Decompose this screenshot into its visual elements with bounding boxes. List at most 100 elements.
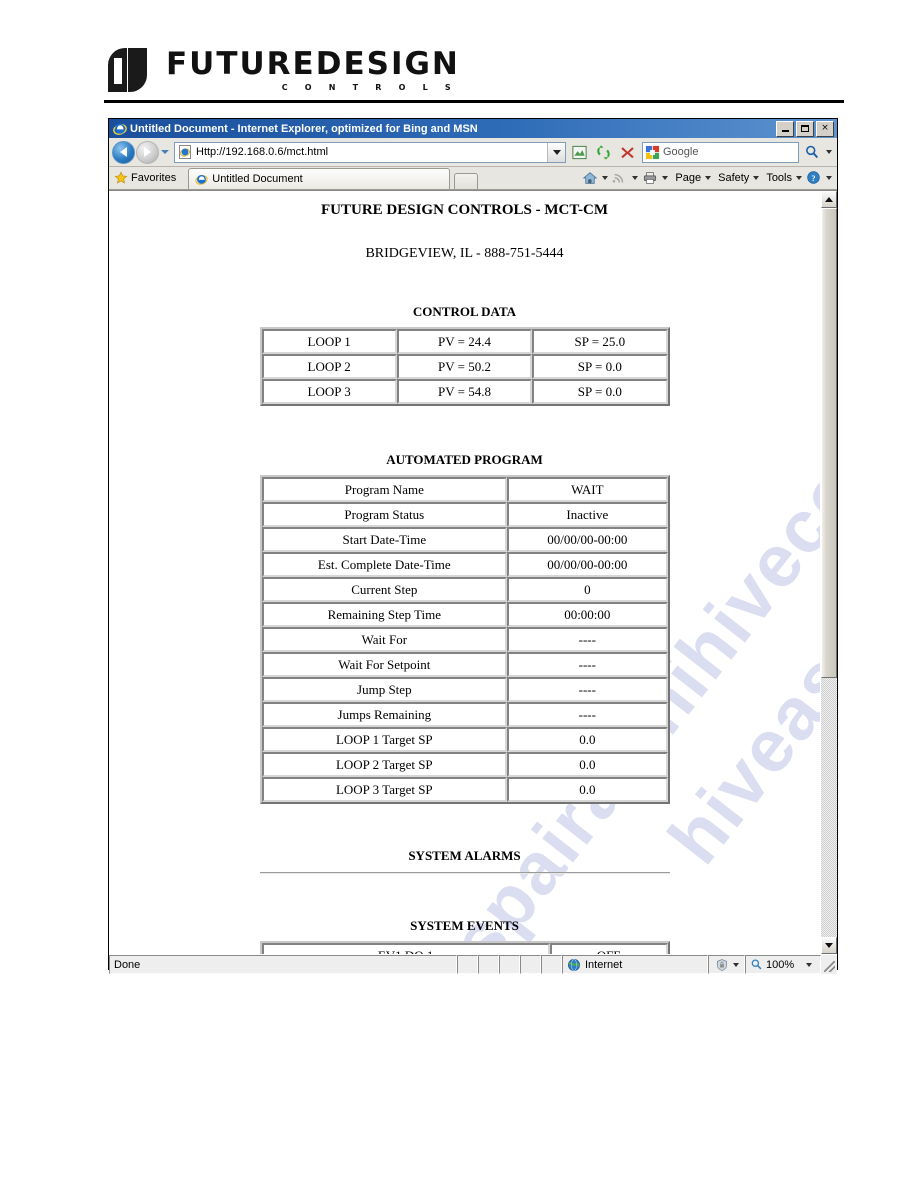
zoom-control[interactable]: 100% [745, 955, 821, 974]
search-placeholder: Google [663, 146, 699, 158]
brand-wordmark: FUTUREDESIGN [166, 45, 460, 82]
row-label: LOOP 2 Target SP [261, 752, 508, 777]
back-arrow-icon[interactable] [112, 140, 135, 164]
scroll-down-icon[interactable] [821, 937, 837, 954]
help-dropdown-icon[interactable] [823, 175, 834, 180]
tools-dropdown-icon[interactable] [793, 175, 804, 180]
page-subtitle: BRIDGEVIEW, IL - 888-751-5444 [365, 246, 564, 261]
safety-dropdown-icon[interactable] [750, 175, 761, 180]
page-title: FUTURE DESIGN CONTROLS - MCT-CM [321, 202, 608, 218]
row-label: Wait For [261, 627, 508, 652]
address-bar[interactable]: Http://192.168.0.6/mct.html [174, 141, 566, 163]
system-alarms-divider [259, 872, 670, 874]
search-icon[interactable] [801, 141, 823, 163]
address-dropdown-icon[interactable] [547, 142, 565, 162]
loop-pv: PV = 24.4 [396, 329, 533, 354]
menu-tools[interactable]: Tools [761, 172, 793, 184]
favorites-label: Favorites [131, 171, 177, 184]
row-label: Start Date-Time [261, 527, 508, 552]
loop-name: LOOP 1 [261, 329, 397, 354]
status-pane [520, 955, 541, 974]
favorites-button[interactable]: Favorites [112, 168, 182, 187]
rss-feed-icon[interactable] [610, 169, 629, 187]
star-icon [114, 170, 128, 185]
row-value: 0 [507, 577, 668, 602]
row-value: ---- [507, 652, 668, 677]
protected-mode-icon[interactable] [708, 955, 745, 974]
system-events-heading: SYSTEM EVENTS [410, 918, 519, 933]
menu-safety[interactable]: Safety [713, 172, 750, 184]
table-row: Program Status Inactive [261, 502, 668, 527]
globe-icon [567, 958, 581, 972]
document-area: hiveaspairalshihiveco hiveaspairalshihiv… [109, 191, 820, 954]
feeds-dropdown-icon[interactable] [629, 175, 640, 180]
resize-grip[interactable] [821, 955, 837, 974]
scrollbar-track[interactable] [821, 208, 837, 937]
brand-logo: FUTUREDESIGN C O N T R O L S [104, 44, 844, 96]
tab-label: Untitled Document [212, 173, 303, 185]
row-label: Est. Complete Date-Time [261, 552, 508, 577]
browser-window: Untitled Document - Internet Explorer, o… [108, 118, 838, 974]
ie-page-icon [195, 173, 208, 186]
maximize-button[interactable] [796, 120, 814, 137]
printer-icon[interactable] [640, 169, 659, 187]
new-tab-button[interactable] [454, 173, 479, 189]
close-button[interactable]: × [816, 120, 834, 137]
status-message: Done [109, 955, 457, 974]
system-events-table: EV1 DO 1 OFF EV2 DO 2 OFF EV3 DO 3 OFF [259, 941, 670, 954]
loop-name: LOOP 3 [261, 379, 397, 404]
home-icon[interactable] [580, 169, 599, 187]
control-data-heading: CONTROL DATA [412, 304, 517, 319]
stop-icon[interactable] [616, 141, 638, 163]
security-zone[interactable]: Internet [562, 955, 708, 974]
row-label: Program Status [261, 502, 508, 527]
loop-pv: PV = 50.2 [396, 354, 533, 379]
table-row: EV1 DO 1 OFF [261, 943, 668, 954]
address-url-text[interactable]: Http://192.168.0.6/mct.html [196, 146, 547, 158]
help-icon[interactable]: ? [804, 169, 823, 187]
tab-untitled-document[interactable]: Untitled Document [188, 168, 451, 189]
vertical-scrollbar[interactable] [820, 191, 837, 954]
loop-sp: SP = 0.0 [532, 354, 668, 379]
protected-mode-chevron-icon[interactable] [732, 962, 739, 967]
compatibility-view-icon[interactable] [568, 141, 590, 163]
table-row: Program Name WAIT [261, 477, 668, 502]
loop-sp: SP = 0.0 [532, 379, 668, 404]
row-value: 00:00:00 [507, 602, 668, 627]
search-options-chevron-icon[interactable] [823, 150, 834, 154]
refresh-icon[interactable] [592, 141, 614, 163]
zoom-chevron-icon[interactable] [806, 962, 813, 967]
row-value: ---- [507, 702, 668, 727]
menu-page[interactable]: Page [670, 172, 702, 184]
zoom-level-label: 100% [766, 958, 795, 971]
loop-name: LOOP 2 [261, 354, 397, 379]
table-row: Jumps Remaining ---- [261, 702, 668, 727]
print-dropdown-icon[interactable] [659, 175, 670, 180]
row-label: LOOP 3 Target SP [261, 777, 508, 802]
automated-program-table: Program Name WAIT Program Status Inactiv… [259, 475, 670, 804]
internet-explorer-icon [113, 122, 127, 136]
home-dropdown-icon[interactable] [599, 175, 610, 180]
navigation-bar: Http://192.168.0.6/mct.html Google [109, 138, 837, 167]
row-value: ---- [507, 677, 668, 702]
row-label: Current Step [261, 577, 508, 602]
forward-arrow-icon[interactable] [136, 140, 159, 164]
page-icon [177, 144, 193, 160]
table-row: Wait For Setpoint ---- [261, 652, 668, 677]
automated-program-body: Program Name WAIT Program Status Inactiv… [261, 477, 668, 802]
brand-subtitle: C O N T R O L S [281, 82, 458, 92]
letterhead: FUTUREDESIGN C O N T R O L S [104, 44, 844, 106]
scrollbar-thumb[interactable] [821, 208, 837, 679]
row-label: Remaining Step Time [261, 602, 508, 627]
title-bar: Untitled Document - Internet Explorer, o… [109, 119, 837, 138]
status-pane [541, 955, 562, 974]
row-value: 0.0 [507, 777, 668, 802]
search-input[interactable]: Google [642, 141, 799, 163]
minimize-button[interactable] [776, 120, 794, 137]
row-label: Jump Step [261, 677, 508, 702]
row-value: 00/00/00-00:00 [507, 527, 668, 552]
control-data-body: LOOP 1 PV = 24.4 SP = 25.0 LOOP 2 PV = 5… [261, 329, 668, 404]
page-dropdown-icon[interactable] [702, 175, 713, 180]
scroll-up-icon[interactable] [821, 191, 837, 208]
recent-pages-chevron-icon[interactable] [159, 150, 171, 154]
